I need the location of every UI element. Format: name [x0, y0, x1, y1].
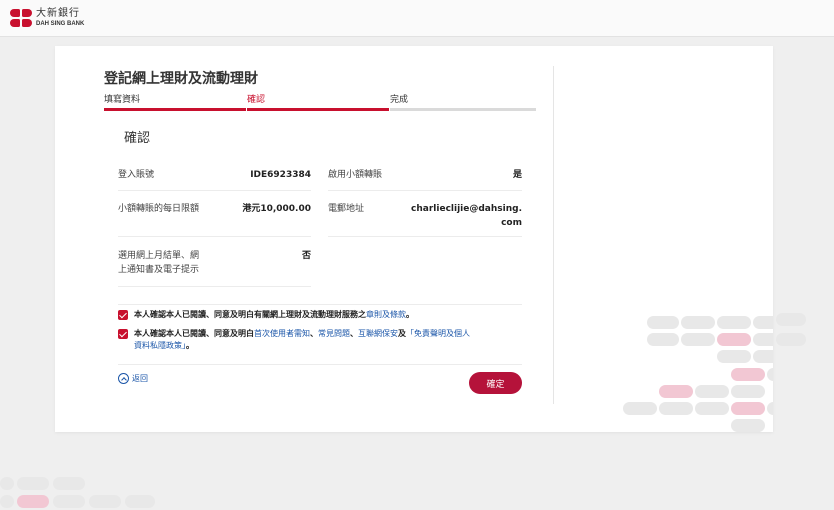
decor-pill	[731, 368, 765, 381]
decor-pill	[0, 495, 14, 508]
decor-pill	[753, 350, 773, 363]
back-label: 返回	[132, 374, 148, 383]
decor-pill	[17, 477, 49, 490]
terms-agreement-row: 本人確認本人已閱讀、同意及明白有關網上理財及流動理財服務之章則及條款。	[118, 309, 414, 321]
login-account-value: IDE6923384	[250, 170, 311, 180]
decor-pill	[717, 350, 751, 363]
email-value: charlieclijie@dahsing. com	[411, 204, 522, 228]
page-title: 登記網上理財及流動理財	[104, 71, 258, 87]
decor-pill	[753, 333, 773, 346]
dah-sing-logo-icon	[10, 9, 32, 27]
decor-pill	[767, 402, 773, 415]
decor-pill	[623, 402, 657, 415]
decor-pill	[681, 333, 715, 346]
back-link[interactable]: 返回	[118, 373, 148, 384]
decor-pill	[647, 333, 679, 346]
decor-pill	[89, 495, 121, 508]
row-divider	[118, 190, 311, 191]
panel-divider	[553, 66, 554, 404]
notice-agreement-text: 本人確認本人已閱讀、同意及明白首次使用者需知、常見問題、互聯網保安及「免責聲明及…	[134, 329, 470, 350]
decor-pill	[717, 316, 751, 329]
row-divider	[118, 236, 311, 237]
step-fill-in-bar	[104, 108, 246, 111]
notice-agreement-row: 本人確認本人已閱讀、同意及明白首次使用者需知、常見問題、互聯網保安及「免責聲明及…	[118, 328, 528, 352]
decor-pill	[17, 495, 49, 508]
decor-pill	[53, 495, 85, 508]
decor-pill	[776, 313, 806, 326]
estatement-value: 否	[301, 251, 311, 261]
small-transfer-value: 是	[512, 170, 522, 180]
decor-pill	[125, 495, 155, 508]
decor-pill	[53, 477, 85, 490]
decor-pill	[753, 316, 773, 329]
confirm-button[interactable]: 確定	[469, 372, 522, 394]
decor-pill	[647, 316, 679, 329]
decor-pill	[731, 385, 765, 398]
chevron-up-circle-icon	[118, 373, 129, 384]
step-complete-bar	[390, 108, 536, 111]
section-divider	[118, 364, 522, 365]
registration-card: 登記網上理財及流動理財 填寫資料 確認 完成 確認 登入賬號 IDE692338…	[55, 46, 773, 432]
terms-and-conditions-link[interactable]: 章則及條款	[366, 310, 406, 319]
section-divider	[118, 304, 522, 305]
daily-limit-label: 小額轉賬的每日限額	[118, 204, 200, 214]
email-label: 電郵地址	[328, 204, 365, 214]
internet-security-link[interactable]: 互聯網保安	[358, 329, 398, 338]
daily-limit-value: 港元10,000.00	[242, 204, 311, 214]
first-time-user-notice-link[interactable]: 首次使用者需知	[254, 329, 310, 338]
step-confirm-bar	[247, 108, 389, 111]
row-divider	[328, 236, 522, 237]
row-divider	[118, 286, 311, 287]
small-transfer-label: 啟用小額轉賬	[328, 170, 383, 180]
notice-agreement-checkbox[interactable]	[118, 329, 128, 339]
section-title: 確認	[124, 131, 151, 146]
decor-pill	[695, 385, 729, 398]
row-divider	[328, 190, 522, 191]
terms-agreement-text: 本人確認本人已閱讀、同意及明白有關網上理財及流動理財服務之章則及條款。	[134, 310, 414, 319]
dah-sing-logo[interactable]: 大新銀行 DAH SING BANK	[10, 9, 84, 27]
top-header: 大新銀行 DAH SING BANK	[0, 0, 834, 37]
decor-pill	[731, 402, 765, 415]
terms-agreement-checkbox[interactable]	[118, 310, 128, 320]
decor-pill	[659, 385, 693, 398]
estatement-label: 選用網上月結單、網 上通知書及電子提示	[118, 251, 200, 275]
decor-pill	[767, 368, 773, 381]
decor-pill	[0, 477, 14, 490]
step-confirm: 確認	[247, 95, 266, 105]
step-complete: 完成	[390, 95, 409, 105]
logo-chinese-name: 大新銀行	[36, 8, 80, 19]
step-fill-in: 填寫資料	[104, 95, 141, 105]
decor-pill	[776, 333, 806, 346]
decor-pill	[695, 402, 729, 415]
decor-pill	[731, 419, 765, 432]
logo-english-name: DAH SING BANK	[36, 21, 85, 27]
login-account-label: 登入賬號	[118, 170, 155, 180]
decor-pill	[659, 402, 693, 415]
decor-pill	[681, 316, 715, 329]
faq-link[interactable]: 常見問題	[318, 329, 350, 338]
decor-pill	[717, 333, 751, 346]
